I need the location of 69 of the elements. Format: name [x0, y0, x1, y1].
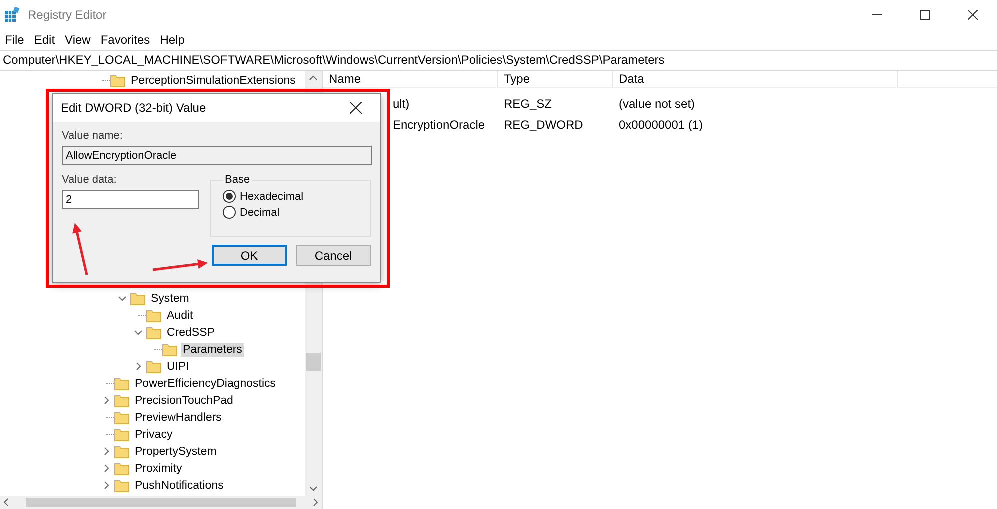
- horizontal-scrollbar[interactable]: [0, 496, 322, 509]
- tree-item[interactable]: PropertySystem: [133, 444, 219, 458]
- folder-icon: [114, 426, 130, 442]
- tree-item[interactable]: Privacy: [133, 428, 175, 442]
- table-cell-text: REG_DWORD: [503, 118, 584, 132]
- radio-option[interactable]: Decimal: [223, 206, 358, 219]
- radio-button[interactable]: [223, 206, 236, 219]
- folder-icon: [146, 324, 162, 340]
- tree-item[interactable]: Parameters: [181, 342, 244, 356]
- tree-item[interactable]: Proximity: [133, 462, 184, 476]
- close-icon[interactable]: [968, 10, 978, 20]
- scroll-down-icon[interactable]: [309, 486, 318, 492]
- registry-icon: [4, 7, 20, 23]
- column-header[interactable]: Type: [498, 71, 613, 87]
- field-label: Value data:: [62, 174, 118, 186]
- folder-icon: [146, 308, 162, 324]
- tree-item[interactable]: UIPI: [165, 360, 192, 374]
- table-cell-text: (value not set): [618, 96, 696, 110]
- tree-item[interactable]: PrecisionTouchPad: [133, 394, 236, 408]
- value-name-field[interactable]: AllowEncryptionOracle: [62, 146, 372, 165]
- dialog-title: Edit DWORD (32-bit) Value: [61, 101, 208, 115]
- scroll-right-icon[interactable]: [313, 498, 319, 507]
- cancel-button[interactable]: Cancel: [296, 245, 371, 266]
- folder-icon: [114, 478, 130, 494]
- group-label: Base: [224, 174, 252, 186]
- menu-item[interactable]: File: [0, 33, 30, 47]
- column-header[interactable]: Data: [613, 71, 898, 87]
- arrow: [152, 260, 208, 272]
- close-icon[interactable]: [350, 102, 362, 114]
- folder-icon: [146, 358, 162, 374]
- folder-icon: [162, 342, 178, 358]
- scroll-thumb[interactable]: [26, 498, 296, 507]
- window-title: Registry Editor: [28, 8, 107, 22]
- menu-item[interactable]: Favorites: [96, 33, 156, 47]
- radio-label: Decimal: [240, 206, 280, 218]
- radio-button[interactable]: [223, 190, 236, 203]
- radio-label: Hexadecimal: [240, 190, 304, 202]
- folder-icon: [114, 376, 130, 392]
- folder-icon: [114, 392, 130, 408]
- column-header[interactable]: Name: [323, 71, 498, 87]
- radio-option[interactable]: Hexadecimal: [223, 190, 358, 203]
- tree-item[interactable]: PushNotifications: [133, 478, 226, 492]
- tree-item[interactable]: CredSSP: [165, 326, 217, 340]
- folder-icon: [114, 460, 130, 476]
- scroll-thumb[interactable]: [306, 353, 321, 371]
- scroll-up-icon[interactable]: [309, 75, 318, 81]
- menu-item[interactable]: Help: [155, 33, 190, 47]
- tree-item[interactable]: PerceptionSimulationExtensions: [129, 74, 298, 88]
- ok-button[interactable]: OK: [212, 245, 287, 266]
- folder-icon: [130, 290, 146, 306]
- tree-item[interactable]: System: [149, 292, 192, 306]
- table-cell-text: EncryptionOracle: [392, 118, 486, 132]
- table-cell-text: REG_SZ: [503, 96, 554, 110]
- menu-item[interactable]: View: [60, 33, 96, 47]
- scroll-left-icon[interactable]: [3, 498, 9, 507]
- table-cell-text: ult): [392, 96, 411, 110]
- maximize-icon[interactable]: [920, 10, 930, 20]
- folder-icon: [110, 72, 126, 88]
- menu-item[interactable]: Edit: [29, 33, 60, 47]
- tree-item[interactable]: PowerEfficiencyDiagnostics: [133, 376, 278, 390]
- arrow: [72, 223, 88, 276]
- tree-item[interactable]: PreviewHandlers: [133, 410, 224, 424]
- address-bar[interactable]: Computer\HKEY_LOCAL_MACHINE\SOFTWARE\Microsoft\Windows\CurrentVersion\Policies\System\CredSSP\Parameters: [0, 50, 997, 71]
- folder-icon: [114, 444, 130, 460]
- folder-icon: [114, 410, 130, 426]
- table-cell-text: 0x00000001 (1): [618, 118, 704, 132]
- value-data-field[interactable]: 2: [62, 190, 199, 209]
- tree-item[interactable]: Audit: [165, 308, 196, 322]
- field-label: Value name:: [62, 130, 124, 142]
